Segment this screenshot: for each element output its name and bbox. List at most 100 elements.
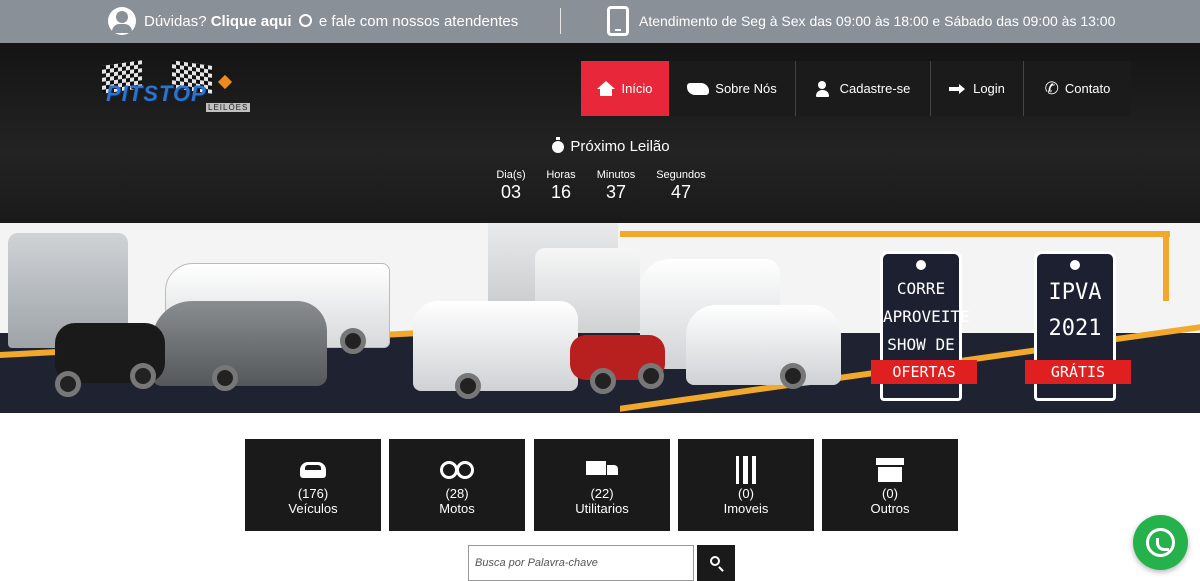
wheel: [55, 371, 81, 397]
category-count: (0): [738, 486, 754, 501]
countdown-title: Próximo Leilão: [11, 136, 1200, 155]
top-info-bar: Dúvidas? Clique aqui e fale com nossos a…: [0, 0, 1200, 43]
wheel: [638, 363, 664, 389]
countdown-label: Minutos: [596, 169, 636, 181]
countdown-title-text: Próximo Leilão: [570, 138, 670, 155]
category-name: Veículos: [288, 501, 338, 516]
hours-text: Atendimento de Seg à Sex das 09:00 às 18…: [639, 13, 1116, 29]
tag-line: IPVA: [1048, 280, 1102, 305]
category-motos[interactable]: (28) Motos: [389, 439, 525, 531]
search-input[interactable]: [468, 545, 694, 581]
logo-diamond: [217, 74, 233, 90]
logo-subtext: LEILÕES: [206, 103, 251, 112]
tag-line: APROVEITE: [883, 307, 970, 326]
countdown-value: 37: [605, 182, 627, 202]
countdown-days: Dia(s) 03: [494, 169, 528, 203]
phone-icon: ✆: [1044, 79, 1059, 98]
category-veiculos[interactable]: (176) Veículos: [245, 439, 381, 531]
hatchback-image: [152, 301, 327, 386]
category-count: (0): [882, 486, 898, 501]
help-text: Dúvidas? Clique aqui e fale com nossos a…: [144, 13, 518, 30]
topbar-divider: [560, 8, 561, 34]
help-contact: Dúvidas? Clique aqui e fale com nossos a…: [108, 6, 518, 36]
tag-line: 2021: [1048, 316, 1102, 341]
countdown-minutes: Minutos 37: [594, 169, 638, 203]
search-icon: [710, 556, 720, 566]
nav-label: Login: [973, 81, 1005, 96]
handshake-icon: [687, 82, 710, 95]
category-utilitarios[interactable]: (22) Utilitarios: [534, 439, 670, 531]
banner-line: [620, 231, 1170, 237]
category-count: (176): [297, 486, 329, 501]
mobile-phone-icon: [607, 6, 629, 36]
keyword-search: [468, 545, 735, 581]
countdown-value: 03: [500, 182, 522, 202]
category-outros[interactable]: (0) Outros: [822, 439, 958, 531]
tag-ribbon: OFERTAS: [871, 360, 977, 384]
countdown-hours: Horas 16: [544, 169, 578, 203]
business-hours: Atendimento de Seg à Sex das 09:00 às 18…: [607, 6, 1115, 36]
category-name: Imoveis: [723, 501, 769, 516]
help-prefix: Dúvidas?: [144, 12, 207, 30]
category-count: (28): [445, 486, 469, 501]
category-name: Utilitarios: [575, 501, 629, 516]
home-icon: [597, 80, 616, 96]
tag-hole: [1070, 260, 1080, 270]
nav-label: Início: [621, 81, 653, 96]
wheel: [590, 368, 616, 394]
countdown-value: 16: [550, 182, 572, 202]
search-button[interactable]: [697, 545, 735, 581]
tag-line: CORRE: [896, 279, 946, 298]
offer-tag: CORRE APROVEITE SHOW DE OFERTAS: [871, 251, 977, 401]
wheel: [340, 328, 366, 354]
whatsapp-button[interactable]: [1133, 515, 1188, 570]
nav-cadastre-se[interactable]: Cadastre-se: [796, 61, 931, 116]
ipva-tag: IPVA 2021 GRÁTIS: [1025, 251, 1131, 401]
category-imoveis[interactable]: (0) Imoveis: [678, 439, 814, 531]
archive-icon: [876, 458, 904, 482]
pickup-image: [413, 301, 578, 391]
whatsapp-icon: [1146, 528, 1175, 557]
sign-in-icon: [949, 82, 967, 96]
countdown-label: Segundos: [656, 169, 706, 181]
promo-banner[interactable]: CORRE APROVEITE SHOW DE OFERTAS IPVA 202…: [0, 223, 1200, 413]
auction-countdown: Próximo Leilão Dia(s) 03 Horas 16 Minuto…: [0, 136, 1200, 202]
category-count: (22): [590, 486, 614, 501]
nav-label: Cadastre-se: [839, 81, 911, 96]
wheel: [212, 365, 238, 391]
stopwatch-icon: [552, 136, 565, 153]
suv-image: [686, 305, 841, 385]
banner-line: [1163, 231, 1169, 301]
tag-ribbon: GRÁTIS: [1025, 360, 1131, 384]
nav-label: Contato: [1064, 81, 1111, 96]
support-agent-icon: [108, 7, 136, 35]
whatsapp-mini-icon: [298, 13, 312, 27]
wheel: [455, 373, 481, 399]
site-header: PITSTOP LEILÕES Início Sobre Nós Cadastr…: [0, 43, 1200, 223]
countdown-seconds: Segundos 47: [653, 169, 709, 203]
help-link[interactable]: Clique aqui: [211, 13, 292, 30]
nav-inicio[interactable]: Início: [581, 61, 669, 116]
wheel: [130, 363, 156, 389]
building-icon: [736, 456, 756, 484]
car-icon: [300, 462, 326, 478]
nav-label: Sobre Nós: [715, 81, 777, 96]
countdown-label: Dia(s): [496, 169, 526, 181]
nav-contato[interactable]: ✆ Contato: [1024, 61, 1131, 116]
nav-sobre-nos[interactable]: Sobre Nós: [669, 61, 796, 116]
truck-icon: [586, 461, 618, 479]
countdown-label: Horas: [546, 169, 576, 181]
tag-hole: [916, 260, 926, 270]
category-name: Motos: [439, 501, 475, 516]
logo[interactable]: PITSTOP LEILÕES: [102, 60, 251, 118]
tag-line: SHOW DE: [887, 335, 955, 354]
user-plus-icon: [815, 80, 834, 97]
countdown-value: 47: [670, 182, 692, 202]
logo-text: PITSTOP: [106, 81, 207, 106]
motorcycle-icon: [440, 461, 474, 479]
category-name: Outros: [870, 501, 910, 516]
nav-login[interactable]: Login: [931, 61, 1024, 116]
wheel: [780, 363, 806, 389]
countdown-units: Dia(s) 03 Horas 16 Minutos 37 Segundos 4…: [0, 169, 1200, 209]
help-suffix: e fale com nossos atendentes: [318, 12, 519, 30]
